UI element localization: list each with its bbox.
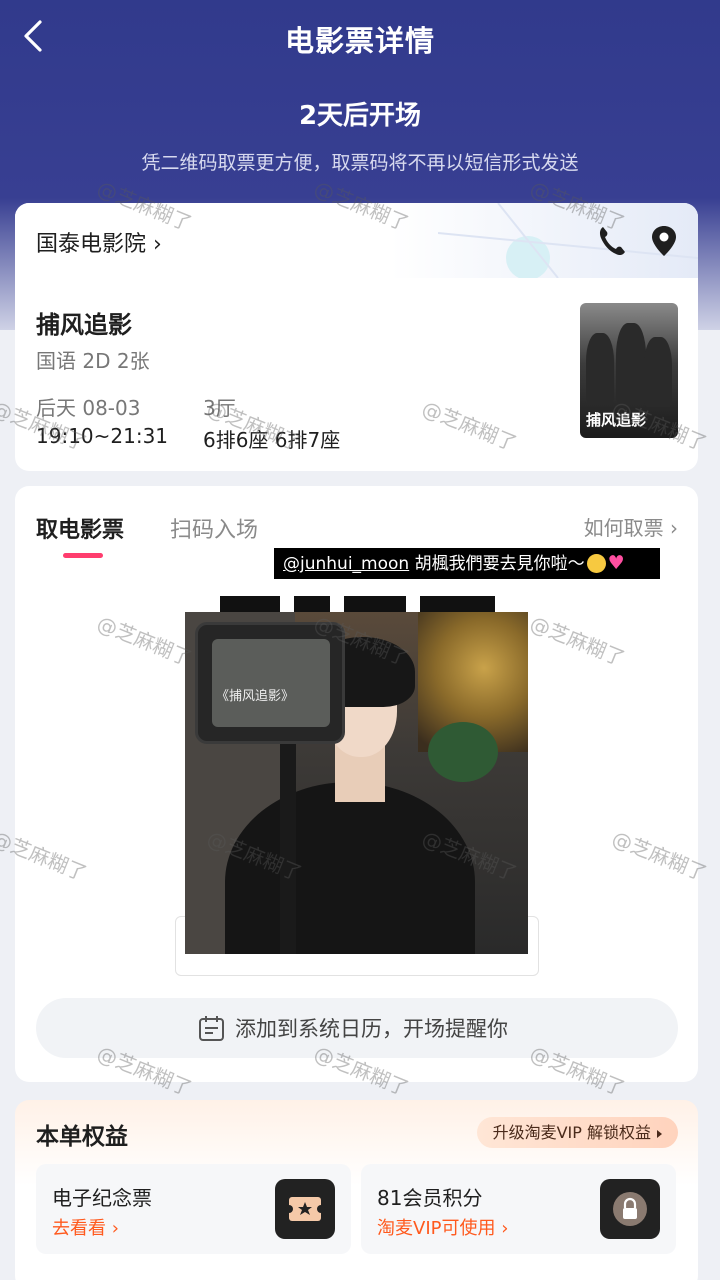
souvenir-ticket-item[interactable]: 电子纪念票 去看看 › [36, 1164, 351, 1254]
upgrade-vip-button[interactable]: 升级淘麦VIP 解锁权益 [476, 1117, 678, 1148]
benefit-name: 电子纪念票 [52, 1186, 152, 1210]
calendar-icon [199, 1016, 224, 1041]
calendar-label: 添加到系统日历，开场提醒你 [235, 1017, 508, 1041]
hall-number: 3厅 [203, 396, 236, 420]
how-to-pickup-link[interactable]: 如何取票 › [584, 512, 678, 541]
active-tab-indicator [63, 553, 103, 558]
cinema-row: 国泰电影院 › [15, 203, 698, 278]
cinema-name-link[interactable]: 国泰电影院 › [36, 226, 162, 258]
ticket-card: 取电影票 扫码入场 如何取票 › 《捕风追影》 @junhui_moon 胡楓我… [15, 486, 698, 1082]
story-caption-sticker: @junhui_moon 胡楓我們要去見你啦～ ♥ [274, 548, 660, 579]
photo-sign-pole [280, 742, 296, 954]
movie-title: 捕风追影 [36, 311, 132, 339]
pleading-face-emoji-icon [586, 553, 606, 573]
benefit-name: 81会员积分 [377, 1186, 483, 1210]
poster-figure [586, 333, 614, 403]
location-pin-icon[interactable] [647, 223, 681, 259]
movie-poster[interactable]: 捕风追影 [580, 303, 678, 438]
tab-pickup-ticket[interactable]: 取电影票 [36, 512, 124, 544]
top-bar: 电影票详情 [0, 0, 720, 78]
poster-title: 捕风追影 [586, 411, 647, 429]
benefit-link[interactable]: 去看看 › [52, 1214, 119, 1240]
overlay-photo: 《捕风追影》 [185, 612, 528, 954]
page-title: 电影票详情 [284, 24, 435, 58]
poster-figure [644, 337, 672, 407]
show-time: 19:10~21:31 [36, 424, 169, 448]
benefits-card: 本单权益 升级淘麦VIP 解锁权益 电子纪念票 去看看 › 81会员积分 淘麦V… [15, 1100, 698, 1280]
photo-sign-screen [212, 639, 330, 727]
upgrade-vip-label: 升级淘麦VIP 解锁权益 [492, 1123, 651, 1142]
heart-emoji-icon: ♥ [607, 552, 625, 574]
benefits-title: 本单权益 [36, 1124, 128, 1150]
photo-sign-board: 《捕风追影》 [195, 622, 345, 744]
movie-meta: 国语 2D 2张 [36, 349, 150, 373]
ticket-star-icon [275, 1179, 335, 1239]
show-date: 后天 08-03 [36, 396, 141, 420]
pickup-hint: 凭二维码取票更方便，取票码将不再以短信形式发送 [141, 152, 579, 174]
photo-sign-text: 《捕风追影》 [216, 689, 295, 704]
caret-right-icon [657, 1129, 662, 1138]
seat-info: 6排6座 6排7座 [203, 428, 341, 452]
tab-scan-entry[interactable]: 扫码入场 [170, 512, 258, 544]
phone-icon[interactable] [595, 223, 629, 259]
benefit-link[interactable]: 淘麦VIP可使用 › [377, 1214, 508, 1240]
caption-text: 胡楓我們要去見你啦～ [409, 554, 585, 574]
add-to-calendar-button[interactable]: 添加到系统日历，开场提醒你 [36, 998, 678, 1058]
countdown-text: 2天后开场 [298, 101, 422, 131]
movie-info-card: 国泰电影院 › 捕风追影 国语 2D 2张 后天 08-03 19:10~21:… [15, 203, 698, 471]
photo-plant [428, 722, 498, 782]
member-points-item[interactable]: 81会员积分 淘麦VIP可使用 › [361, 1164, 676, 1254]
caption-handle: @junhui_moon [283, 554, 410, 574]
poster-figure [616, 323, 646, 403]
lock-icon [600, 1179, 660, 1239]
